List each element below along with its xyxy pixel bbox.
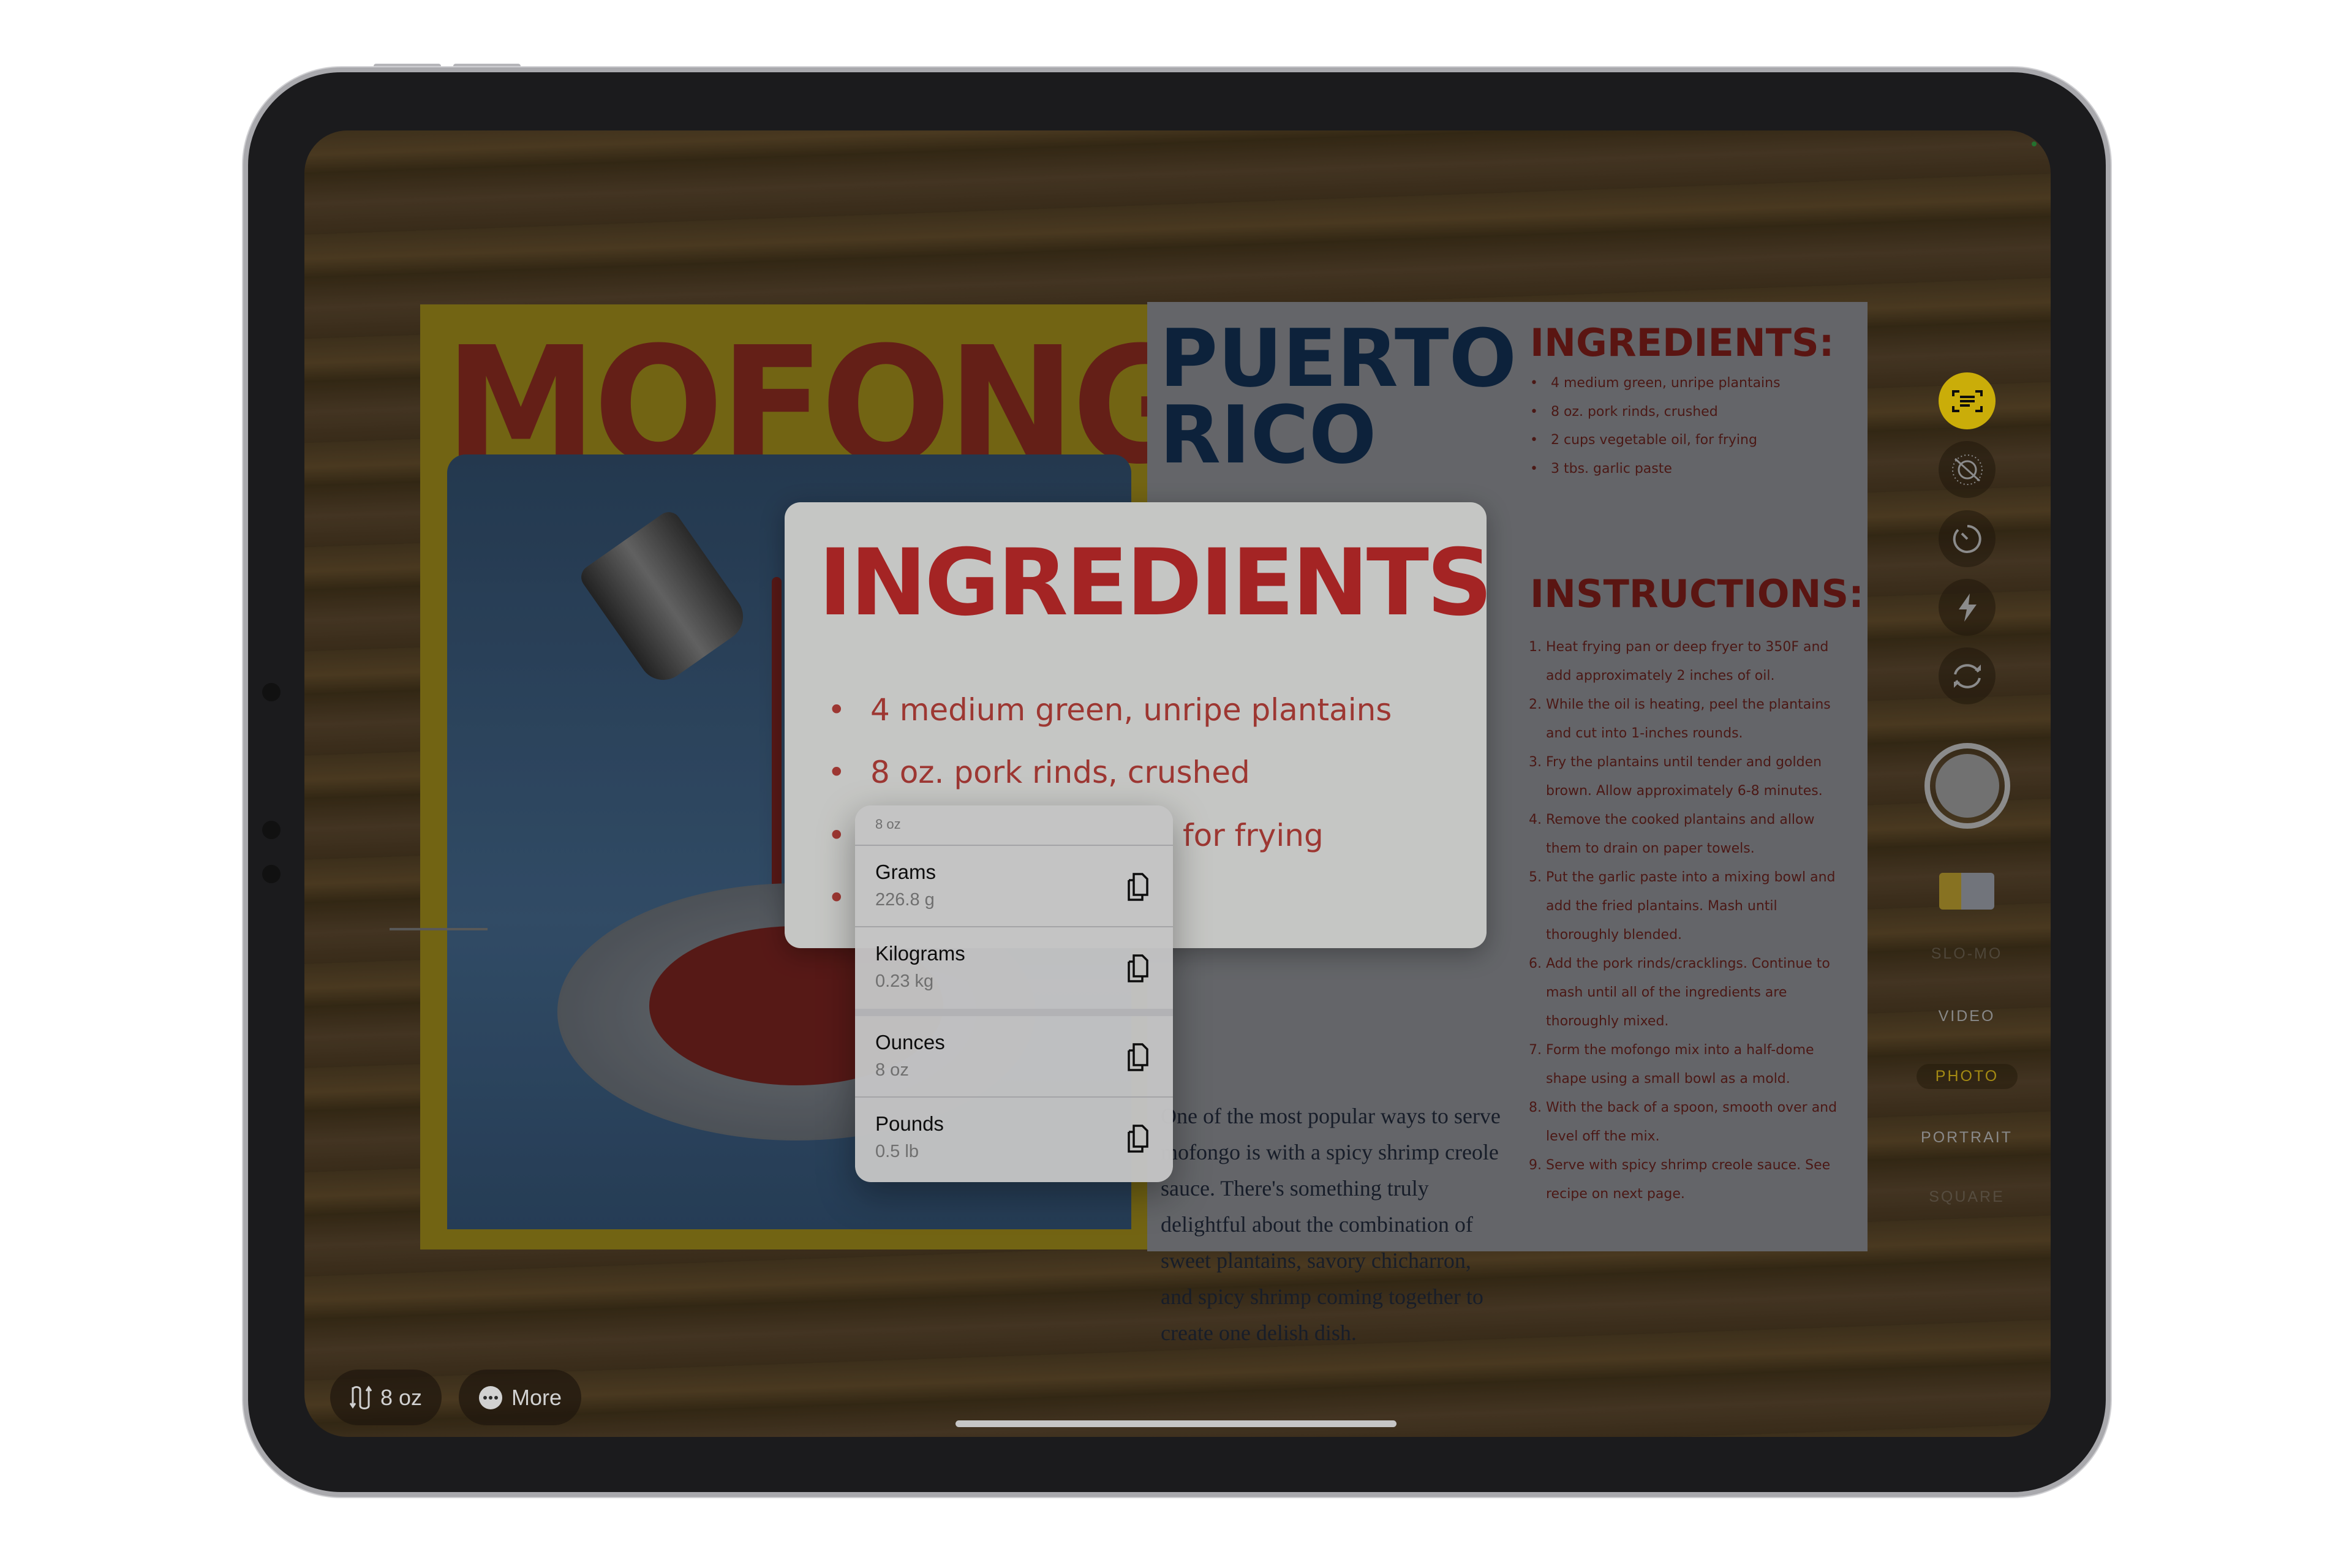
- mode-slo-mo[interactable]: SLO-MO: [1905, 945, 2028, 963]
- more-label: More: [511, 1384, 562, 1410]
- pencil-connector: [262, 865, 281, 883]
- mode-photo[interactable]: PHOTO: [1917, 1064, 2018, 1089]
- more-button[interactable]: More: [459, 1370, 582, 1425]
- instruction: Fry the plantains until tender and golde…: [1546, 748, 1849, 805]
- instruction: Serve with spicy shrimp creole sauce. Se…: [1546, 1151, 1849, 1208]
- copy-icon[interactable]: [1126, 953, 1151, 984]
- shutter-inner: [1936, 754, 1999, 818]
- instruction: Put the garlic paste into a mixing bowl …: [1546, 863, 1849, 949]
- flash-icon: [1958, 593, 1977, 622]
- ingredient: 2 cups vegetable oil, for frying: [1530, 426, 1861, 455]
- popup-item-detected-unit[interactable]: 8 oz. pork rinds, crushed: [827, 755, 1250, 790]
- recipe-subtitle: PUERTO RICO: [1159, 312, 1517, 481]
- switch-camera-button[interactable]: [1939, 647, 1996, 704]
- instruction: Remove the cooked plantains and allow th…: [1546, 805, 1849, 863]
- ingredients-list: 4 medium green, unripe plantains 8 oz. p…: [1530, 369, 1861, 483]
- unit-conversion-menu[interactable]: 8 oz Grams 226.8 g Kilograms 0.23 kg Oun…: [855, 805, 1173, 1182]
- instruction: Form the mofongo mix into a half-dome sh…: [1546, 1036, 1849, 1093]
- live-photo-button[interactable]: [1939, 441, 1996, 498]
- option-value: 0.5 lb: [875, 1142, 919, 1161]
- instruction: Add the pork rinds/cracklings. Continue …: [1546, 949, 1849, 1036]
- live-photo-off-icon: [1951, 454, 1983, 485]
- last-photo-thumbnail[interactable]: [1939, 873, 1994, 910]
- instruction: With the back of a spoon, smooth over an…: [1546, 1093, 1849, 1151]
- live-text-icon: [1951, 390, 1983, 412]
- popup-heading: INGREDIENTS:: [818, 530, 1487, 636]
- option-label: Grams: [875, 861, 936, 883]
- instructions-list: Heat frying pan or deep fryer to 350F an…: [1524, 633, 1849, 1208]
- option-label: Ounces: [875, 1031, 945, 1054]
- menu-item-ounces[interactable]: Ounces 8 oz: [855, 1016, 1173, 1098]
- live-text-button[interactable]: [1939, 372, 1996, 429]
- shutter-button[interactable]: [1924, 743, 2010, 829]
- ellipsis-circle-icon: [479, 1385, 502, 1409]
- option-label: Pounds: [875, 1112, 944, 1135]
- recipe-paragraph: One of the most popular ways to serve mo…: [1161, 1104, 1501, 1345]
- ingredients-heading: INGREDIENTS:: [1530, 320, 1834, 365]
- ingredient: 3 tbs. garlic paste: [1530, 455, 1861, 484]
- instructions-heading: INSTRUCTIONS:: [1530, 571, 1864, 616]
- timer-button[interactable]: [1939, 510, 1996, 567]
- timer-icon: [1953, 524, 1981, 553]
- copy-icon[interactable]: [1126, 1123, 1151, 1154]
- copy-icon[interactable]: [1126, 1042, 1151, 1072]
- ingredient: 4 medium green, unripe plantains: [1530, 369, 1861, 398]
- home-indicator[interactable]: [956, 1420, 1396, 1427]
- subtitle-line: PUERTO: [1159, 312, 1517, 405]
- ingredient: 8 oz. pork rinds, crushed: [1530, 398, 1861, 427]
- unit-conversion-button[interactable]: 8 oz: [330, 1370, 442, 1425]
- convert-label: 8 oz: [380, 1384, 423, 1410]
- camera-indicator: [2032, 141, 2037, 146]
- menu-header: 8 oz: [855, 805, 1173, 846]
- menu-item-pounds[interactable]: Pounds 0.5 lb: [855, 1098, 1173, 1179]
- menu-section-separator: [855, 1009, 1173, 1016]
- menu-item-kilograms[interactable]: Kilograms 0.23 kg: [855, 927, 1173, 1009]
- mode-portrait[interactable]: PORTRAIT: [1905, 1129, 2028, 1147]
- mode-square[interactable]: SQUARE: [1905, 1188, 2028, 1206]
- flash-button[interactable]: [1939, 579, 1996, 636]
- instruction: Heat frying pan or deep fryer to 350F an…: [1546, 633, 1849, 690]
- popup-item[interactable]: 4 medium green, unripe plantains: [827, 692, 1392, 728]
- option-value: 0.23 kg: [875, 971, 934, 991]
- option-value: 8 oz: [875, 1060, 909, 1080]
- menu-item-grams[interactable]: Grams 226.8 g: [855, 846, 1173, 927]
- pencil-connector: [262, 683, 281, 701]
- camera-viewfinder[interactable]: MOFONGO PUERTORICO INGREDIENTS: 4 medium…: [304, 130, 2051, 1437]
- option-value: 226.8 g: [875, 890, 935, 910]
- copy-icon[interactable]: [1126, 872, 1151, 902]
- instruction: While the oil is heating, peel the plant…: [1546, 690, 1849, 748]
- pencil-connector: [262, 821, 281, 839]
- convert-arrows-icon: [350, 1385, 372, 1409]
- pitcher-image: [576, 507, 753, 690]
- mode-video[interactable]: VIDEO: [1905, 1008, 2028, 1025]
- subtitle-line: RICO: [1159, 388, 1377, 481]
- option-label: Kilograms: [875, 942, 965, 965]
- detected-unit-underline: [390, 928, 488, 930]
- switch-camera-icon: [1953, 663, 1981, 688]
